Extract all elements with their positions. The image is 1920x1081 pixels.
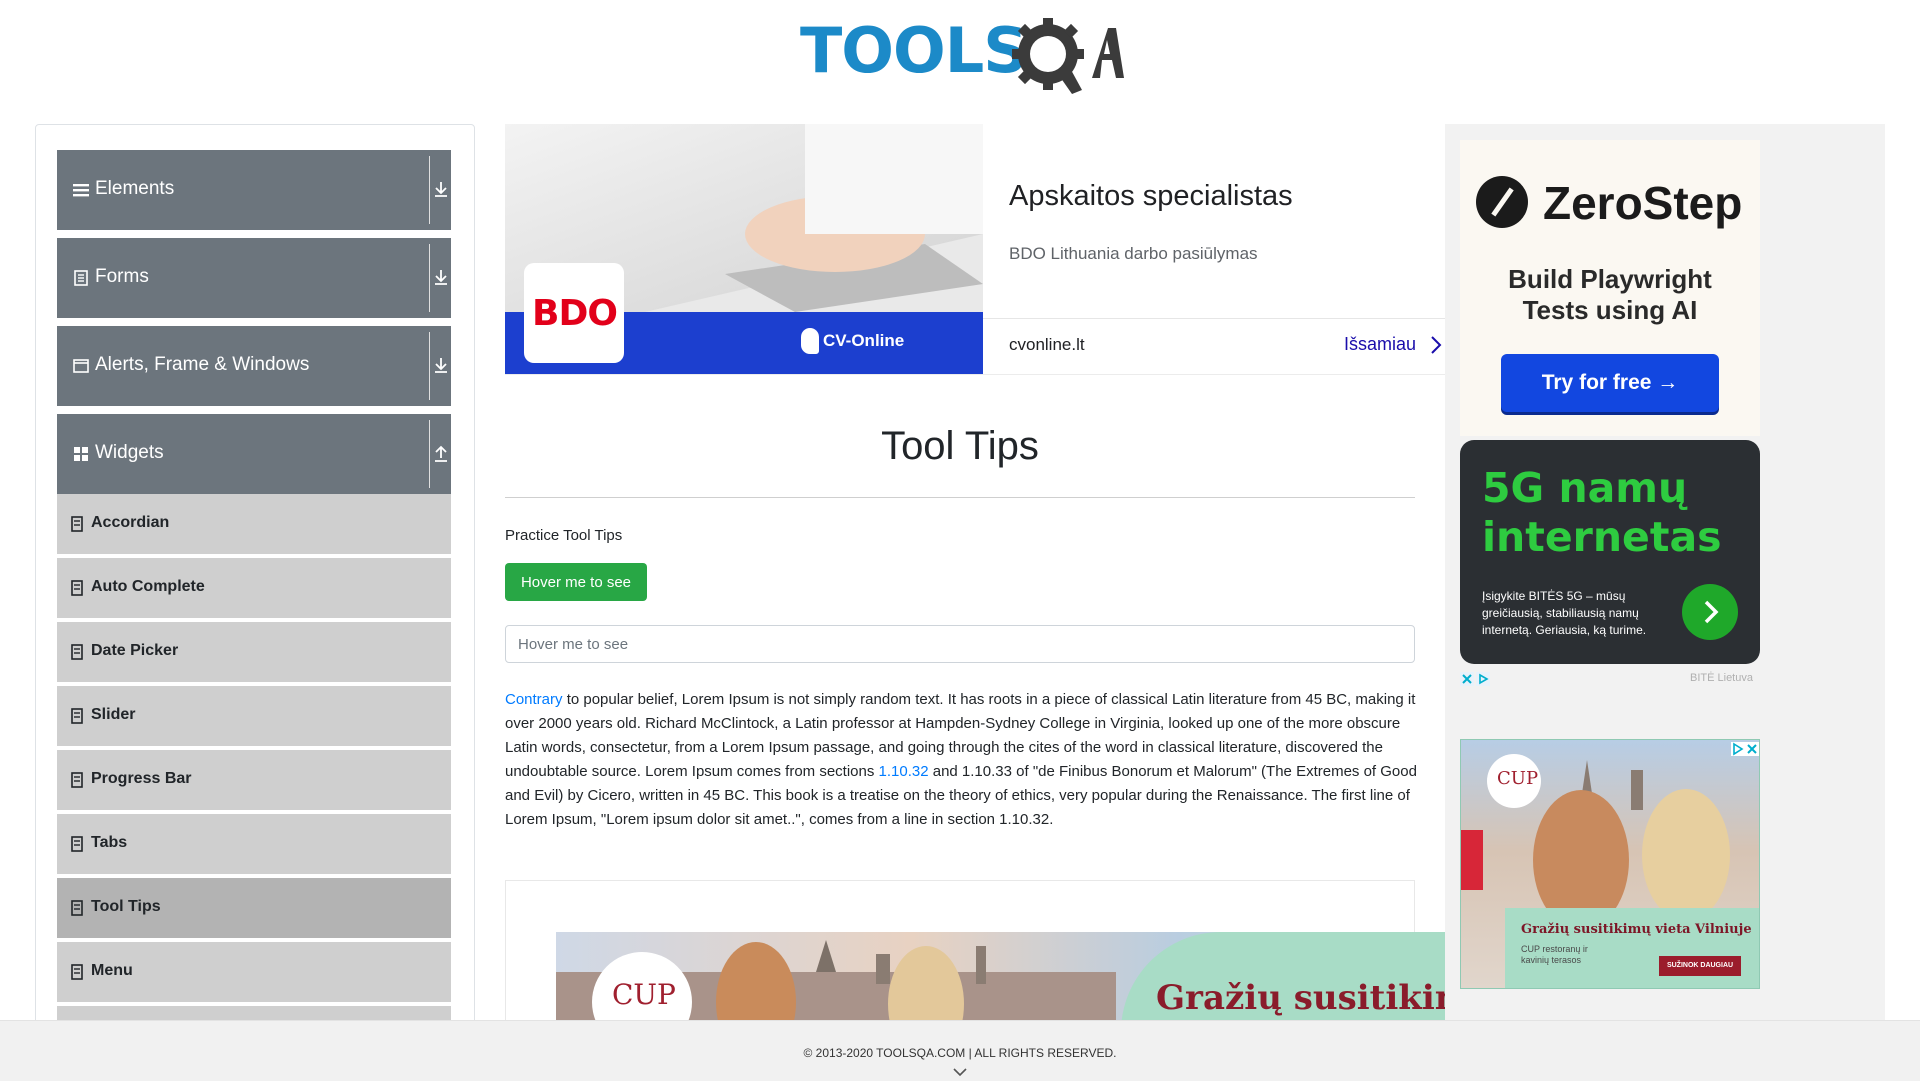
- contrary-link[interactable]: Contrary: [505, 691, 563, 708]
- ad-zerostep[interactable]: ZeroStep Build Playwright Tests using AI…: [1460, 140, 1760, 436]
- menu-item-icon: [71, 516, 83, 532]
- sidebar-group-elements[interactable]: Elements: [57, 150, 451, 230]
- ad-bite-5g[interactable]: 5G namų internetas Įsigykite BITĖS 5G – …: [1460, 440, 1760, 664]
- sidebar-group-label: Forms: [95, 266, 149, 287]
- ad-cup[interactable]: CUP Gražių susitikimų vieta Vilniuje CUP…: [1460, 739, 1760, 989]
- ad-subtitle: BDO Lithuania darbo pasiūlymas: [1009, 244, 1258, 263]
- download-arrow-icon[interactable]: [433, 268, 449, 286]
- sidebar-item-label: Auto Complete: [91, 578, 205, 595]
- chevron-down-icon[interactable]: [952, 1067, 968, 1077]
- sidebar-group-label: Elements: [95, 178, 175, 199]
- sidebar-item-label: Progress Bar: [91, 770, 192, 787]
- bdo-logo: BDO: [524, 263, 624, 363]
- ad-banner-top[interactable]: BDO CV-Online Apskaitos specialistas BDO…: [505, 124, 1445, 375]
- bdo-logo-text: BDO: [532, 293, 618, 334]
- headline-line: 5G namų: [1482, 464, 1688, 512]
- sidebar-item-auto-complete[interactable]: Auto Complete: [57, 558, 451, 620]
- sidebar-group-alerts[interactable]: Alerts, Frame & Windows: [57, 326, 451, 406]
- menu-item-icon: [71, 708, 83, 724]
- sidebar-item-slider[interactable]: Slider: [57, 686, 451, 748]
- bite-go-button[interactable]: [1682, 584, 1738, 640]
- logo-tools-text: TOOLS: [800, 14, 1028, 87]
- menu-item-icon: [71, 580, 83, 596]
- sidebar-group-label: Alerts, Frame & Windows: [95, 354, 310, 375]
- cup-ad-panel: Gražių susitikimų vieta Vilniuje CUP res…: [1505, 908, 1759, 988]
- sidebar-item-progress-bar[interactable]: Progress Bar: [57, 750, 451, 812]
- sidebar-item-date-picker[interactable]: Date Picker: [57, 622, 451, 684]
- menu-item-icon: [71, 900, 83, 916]
- cup-ad-title: Gražių susitikimų vieta Vilniuje: [1521, 922, 1752, 937]
- left-sidebar: Elements Forms Alerts, Frame & Windows W…: [35, 124, 475, 1046]
- bite-headline: 5G namų internetas: [1482, 464, 1722, 562]
- zerostep-tagline: Build Playwright Tests using AI: [1460, 264, 1760, 326]
- menu-item-icon: [71, 964, 83, 980]
- sidebar-item-label: Accordian: [91, 514, 170, 531]
- sidebar-item-tabs[interactable]: Tabs: [57, 814, 451, 876]
- cv-online-label: CV-Online: [823, 331, 905, 350]
- sidebar-item-accordian[interactable]: Accordian: [57, 494, 451, 556]
- sidebar-item-label: Date Picker: [91, 642, 179, 659]
- logo-qa-gear-icon: [1012, 18, 1124, 94]
- page-title: Tool Tips: [881, 424, 1039, 468]
- sidebar-group-forms[interactable]: Forms: [57, 238, 451, 318]
- window-icon: [73, 359, 89, 373]
- widgets-grid-icon: [74, 447, 88, 461]
- cup-logo: CUP: [1487, 754, 1541, 808]
- download-arrow-icon[interactable]: [433, 356, 449, 374]
- menu-item-icon: [71, 772, 83, 788]
- form-doc-icon: [74, 270, 88, 286]
- footer: © 2013-2020 TOOLSQA.COM | ALL RIGHTS RES…: [0, 1020, 1920, 1081]
- divider: [983, 318, 1445, 319]
- toolsqa-logo[interactable]: TOOLS: [800, 14, 1124, 94]
- zerostep-name: ZeroStep: [1543, 177, 1743, 229]
- bite-brand-label: BITĖ Lietuva: [1690, 672, 1753, 684]
- cv-online-logo-icon: [801, 328, 819, 354]
- hover-button[interactable]: Hover me to see: [505, 563, 647, 601]
- divider: [429, 420, 430, 488]
- chevron-right-icon: [1704, 600, 1719, 624]
- ad-title[interactable]: Apskaitos specialistas: [1009, 180, 1293, 213]
- sidebar-item-label: Tool Tips: [91, 898, 161, 915]
- lorem-paragraph: Contrary to popular belief, Lorem Ipsum …: [505, 688, 1417, 832]
- headline-line: internetas: [1482, 513, 1722, 561]
- section-link[interactable]: 1.10.32: [879, 763, 929, 780]
- menu-item-icon: [71, 836, 83, 852]
- zerostep-logo-icon: [1476, 176, 1528, 228]
- try-for-free-button[interactable]: Try for free →: [1501, 354, 1719, 412]
- sidebar-item-menu[interactable]: Menu: [57, 942, 451, 1004]
- divider: [429, 156, 430, 224]
- ad-headline: Gražių susitikimų: [1156, 978, 1445, 1018]
- upload-arrow-icon[interactable]: [433, 444, 449, 462]
- learn-more-button[interactable]: SUŽINOK DAUGIAU: [1659, 956, 1741, 976]
- hover-input-field[interactable]: [505, 625, 1415, 663]
- chevron-right-icon[interactable]: [1430, 335, 1442, 355]
- sidebar-item-tool-tips[interactable]: Tool Tips: [57, 878, 451, 940]
- sidebar-item-label: Menu: [91, 962, 133, 979]
- tagline-line: Build Playwright: [1508, 264, 1712, 294]
- tagline-line: Tests using AI: [1522, 295, 1698, 325]
- copyright-text: © 2013-2020 TOOLSQA.COM | ALL RIGHTS RES…: [803, 1046, 1117, 1060]
- cup-ad-subtitle: CUP restoranų ir kavinių terasos: [1521, 944, 1588, 965]
- divider: [505, 497, 1415, 498]
- ad-domain: cvonline.lt: [1009, 335, 1085, 354]
- sidebar-item-label: Slider: [91, 706, 136, 723]
- hamburger-icon: [73, 184, 89, 197]
- divider: [429, 332, 430, 400]
- sidebar-item-label: Tabs: [91, 834, 128, 851]
- ad-banner-bottom[interactable]: CUP Gražių susitikimų: [556, 932, 1445, 1020]
- ad-cta-link[interactable]: Išsamiau: [1344, 334, 1416, 355]
- sidebar-group-widgets[interactable]: Widgets: [57, 414, 451, 494]
- divider: [429, 244, 430, 312]
- cup-logo-text: CUP: [1497, 768, 1539, 789]
- ad-close-icon[interactable]: [1731, 742, 1759, 756]
- download-arrow-icon[interactable]: [433, 180, 449, 198]
- menu-item-icon: [71, 644, 83, 660]
- adchoices-icon[interactable]: [1460, 672, 1490, 686]
- sidebar-group-label: Widgets: [95, 442, 164, 463]
- bite-body: Įsigykite BITĖS 5G – mūsų greičiausią, s…: [1482, 589, 1647, 637]
- practice-label: Practice Tool Tips: [505, 527, 623, 544]
- cup-logo-text: CUP: [612, 978, 676, 1011]
